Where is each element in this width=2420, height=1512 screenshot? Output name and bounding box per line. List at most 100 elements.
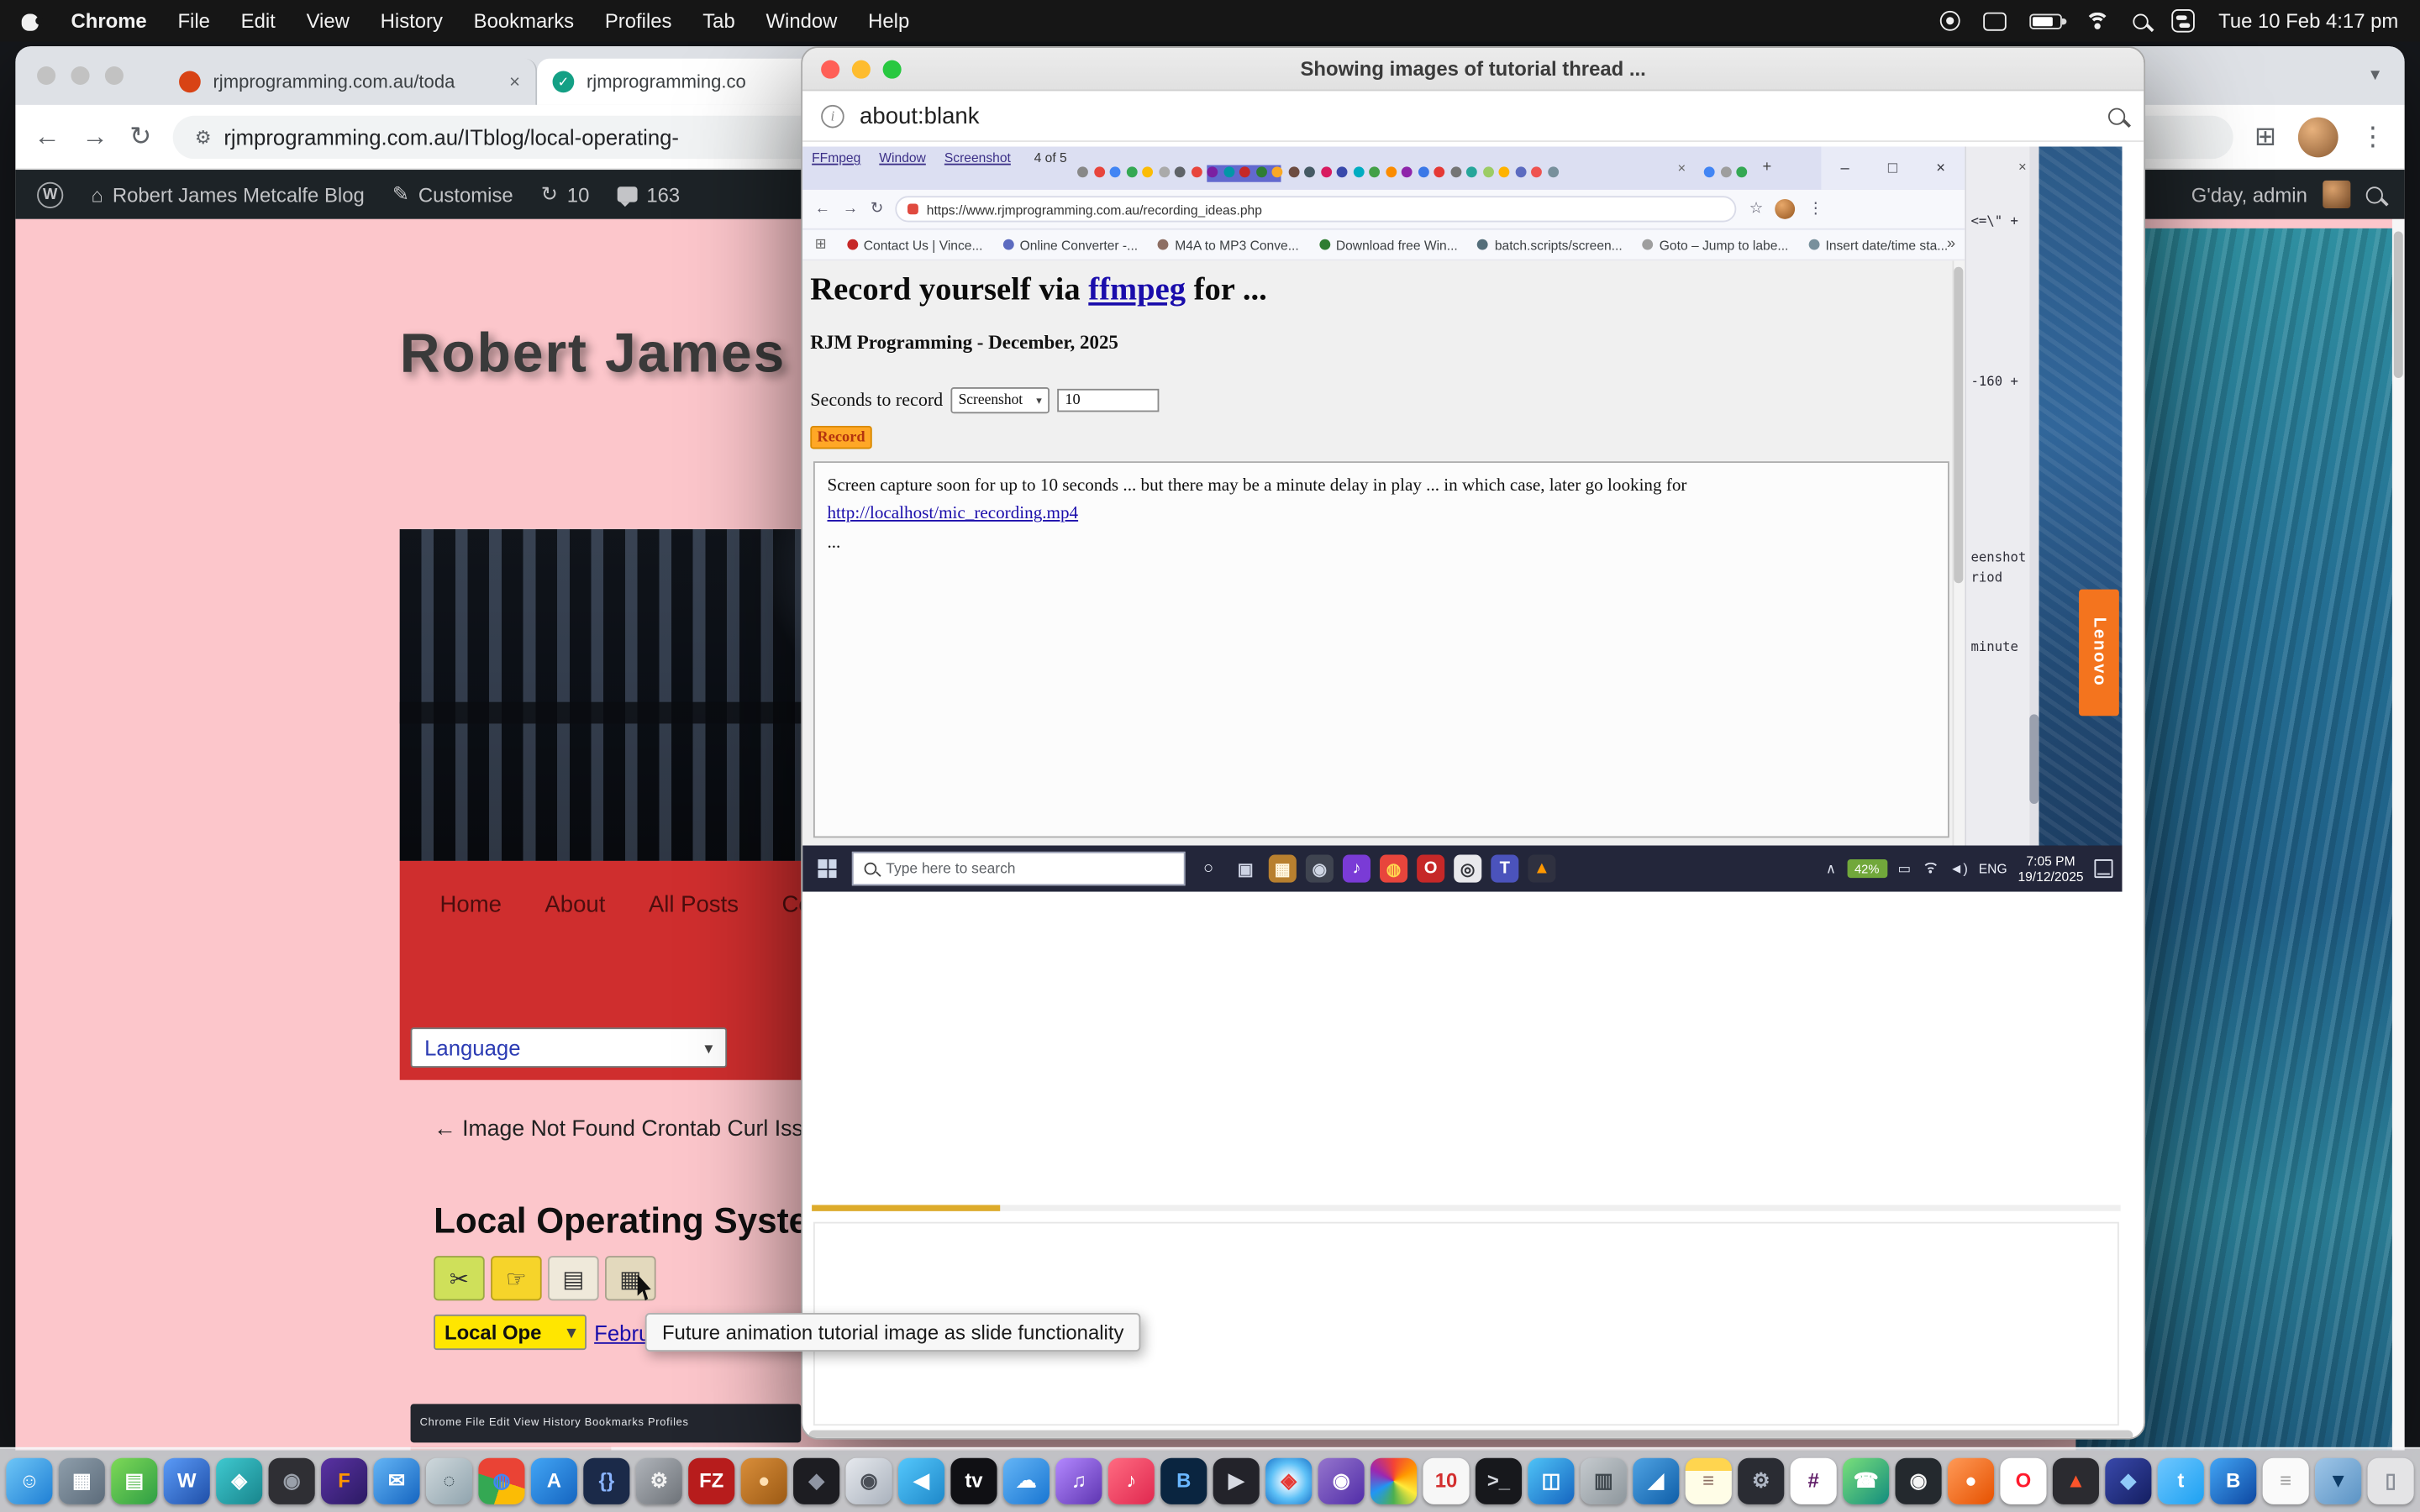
apple-tv[interactable]: tv — [950, 1457, 997, 1504]
blog-scrollbar[interactable] — [2392, 219, 2405, 1451]
menubar-clock[interactable]: Tue 10 Feb 4:17 pm — [2218, 9, 2398, 33]
page-info-icon[interactable]: i — [821, 104, 844, 128]
admin-updates-link[interactable]: ↻ 10 — [541, 182, 590, 207]
menubar-menu-item[interactable]: View — [307, 9, 350, 33]
browser-menu-icon[interactable]: ⋮ — [2360, 121, 2386, 152]
language-select[interactable]: Language ▾ — [411, 1027, 728, 1068]
display-icon[interactable] — [1984, 12, 2007, 30]
finder[interactable]: ☺ — [6, 1457, 52, 1504]
admin-greeting[interactable]: G'day, admin — [2191, 183, 2307, 207]
spotlight-icon[interactable] — [2133, 13, 2149, 29]
extensions-icon[interactable]: ⊞ — [2254, 121, 2276, 152]
word[interactable]: W — [164, 1457, 210, 1504]
preview[interactable]: ◌ — [426, 1457, 472, 1504]
forward-icon[interactable]: → — [82, 121, 108, 152]
opera[interactable]: O — [2000, 1457, 2046, 1504]
navy-dev-app[interactable]: {} — [583, 1457, 629, 1504]
menubar-menu-item[interactable]: Bookmarks — [474, 9, 574, 33]
whatsapp[interactable]: ☎ — [1843, 1457, 1889, 1504]
menubar-menu-item[interactable]: Profiles — [605, 9, 672, 33]
blog-nav-link[interactable]: All Posts — [649, 892, 739, 918]
wifi-icon[interactable] — [2086, 12, 2110, 30]
control-center-icon[interactable] — [2172, 9, 2196, 33]
amber-app[interactable]: ● — [741, 1457, 787, 1504]
browser-tab[interactable]: rjmprogramming.com.au/toda × — [164, 59, 537, 105]
blog-nav-link[interactable]: About — [544, 892, 605, 918]
animation-tile-icon[interactable]: ✂ — [434, 1256, 485, 1300]
blog-nav-link[interactable]: Home — [439, 892, 501, 918]
numbers[interactable]: ▤ — [111, 1457, 157, 1504]
docker[interactable]: ◫ — [1528, 1457, 1574, 1504]
terminal[interactable]: >_ — [1476, 1457, 1522, 1504]
popup-address-bar[interactable]: i about:blank — [802, 91, 2144, 142]
mail[interactable]: ✉ — [373, 1457, 419, 1504]
menubar-menu-item[interactable]: History — [381, 9, 443, 33]
system-settings[interactable]: ⚙ — [636, 1457, 682, 1504]
admin-customise-link[interactable]: ✎ Customise — [392, 182, 513, 207]
bluesky[interactable]: B — [1160, 1457, 1207, 1504]
safari[interactable]: ◈ — [1265, 1457, 1312, 1504]
slack[interactable]: # — [1791, 1457, 1837, 1504]
menubar-menu-item[interactable]: Edit — [241, 9, 276, 33]
weather[interactable]: ☁ — [1003, 1457, 1050, 1504]
firefox[interactable]: F — [321, 1457, 367, 1504]
screen-record-icon[interactable] — [1941, 11, 1961, 31]
profile-avatar[interactable] — [2298, 117, 2338, 157]
pointer-tile-icon[interactable]: ☞ — [491, 1256, 542, 1300]
menubar-app-name[interactable]: Chrome — [71, 9, 146, 33]
previous-post-link[interactable]: ← Image Not Found Crontab Curl Issue — [434, 1117, 828, 1142]
apple-menu-icon[interactable] — [22, 9, 40, 33]
back-icon[interactable]: ← — [34, 121, 60, 152]
orange-circle-app[interactable]: ● — [1948, 1457, 1994, 1504]
dark-utility[interactable]: ◉ — [269, 1457, 315, 1504]
topic-select[interactable]: Local Ope ▾ — [434, 1315, 587, 1350]
popup-titlebar[interactable]: Showing images of tutorial thread ... — [802, 48, 2144, 91]
filezilla[interactable]: FZ — [688, 1457, 734, 1504]
notes[interactable]: ≡ — [1686, 1457, 1732, 1504]
downloads-folder[interactable]: ▼ — [2315, 1457, 2361, 1504]
tab-close-icon[interactable]: × — [509, 71, 520, 92]
menubar-menu-item[interactable]: Tab — [702, 9, 735, 33]
menubar-menu-item[interactable]: Help — [868, 9, 909, 33]
menubar-menu-item[interactable]: File — [177, 9, 209, 33]
dark-tool-app[interactable]: ⚙ — [1738, 1457, 1784, 1504]
twitter[interactable]: t — [2158, 1457, 2204, 1504]
brave[interactable]: ▲ — [2053, 1457, 2099, 1504]
close-window-button[interactable] — [37, 66, 55, 85]
filmstrip-tile-icon[interactable]: ▦ — [605, 1256, 656, 1300]
wordpress-logo-icon[interactable]: W — [37, 181, 63, 207]
dark-media-app[interactable]: ▶ — [1213, 1457, 1260, 1504]
github[interactable]: ◉ — [1896, 1457, 1942, 1504]
month-link[interactable]: Febru — [594, 1320, 650, 1345]
mission-control[interactable]: ▦ — [59, 1457, 105, 1504]
popup-horizontal-scrollbar[interactable] — [808, 1431, 2133, 1440]
chrome[interactable]: ◍ — [478, 1457, 524, 1504]
book-tile-icon[interactable]: ▤ — [548, 1256, 599, 1300]
textedit[interactable]: ≡ — [2263, 1457, 2309, 1504]
trash[interactable]: ▯ — [2368, 1457, 2414, 1504]
zoom-window-button[interactable] — [105, 66, 124, 85]
vscode[interactable]: ◢ — [1633, 1457, 1679, 1504]
music[interactable]: ♪ — [1108, 1457, 1155, 1504]
battery-icon[interactable] — [2030, 13, 2063, 29]
admin-avatar[interactable] — [2323, 181, 2350, 208]
menubar-menu-item[interactable]: Window — [765, 9, 837, 33]
blog-scrollbar-thumb[interactable] — [2394, 232, 2403, 378]
photos[interactable] — [1370, 1457, 1417, 1504]
bluetooth-app[interactable]: B — [2210, 1457, 2256, 1504]
photo-booth[interactable]: ◉ — [846, 1457, 892, 1504]
black-app[interactable]: ◆ — [793, 1457, 839, 1504]
gray-files-app[interactable]: ▥ — [1581, 1457, 1627, 1504]
calendar[interactable]: 10 — [1423, 1457, 1469, 1504]
minimize-window-button[interactable] — [71, 66, 89, 85]
tab-search-chevron-icon[interactable]: ▾ — [2370, 63, 2380, 85]
blue-ide-app[interactable]: ◆ — [2105, 1457, 2151, 1504]
admin-comments-link[interactable]: 163 — [617, 183, 680, 207]
reload-icon[interactable]: ↻ — [129, 121, 151, 152]
telegram[interactable]: ◀ — [898, 1457, 944, 1504]
app-store[interactable]: A — [531, 1457, 577, 1504]
teal-utility[interactable]: ◈ — [216, 1457, 262, 1504]
purple-app[interactable]: ◉ — [1318, 1457, 1365, 1504]
site-settings-icon[interactable]: ⚙ — [195, 126, 212, 148]
admin-search-icon[interactable] — [2366, 186, 2383, 202]
